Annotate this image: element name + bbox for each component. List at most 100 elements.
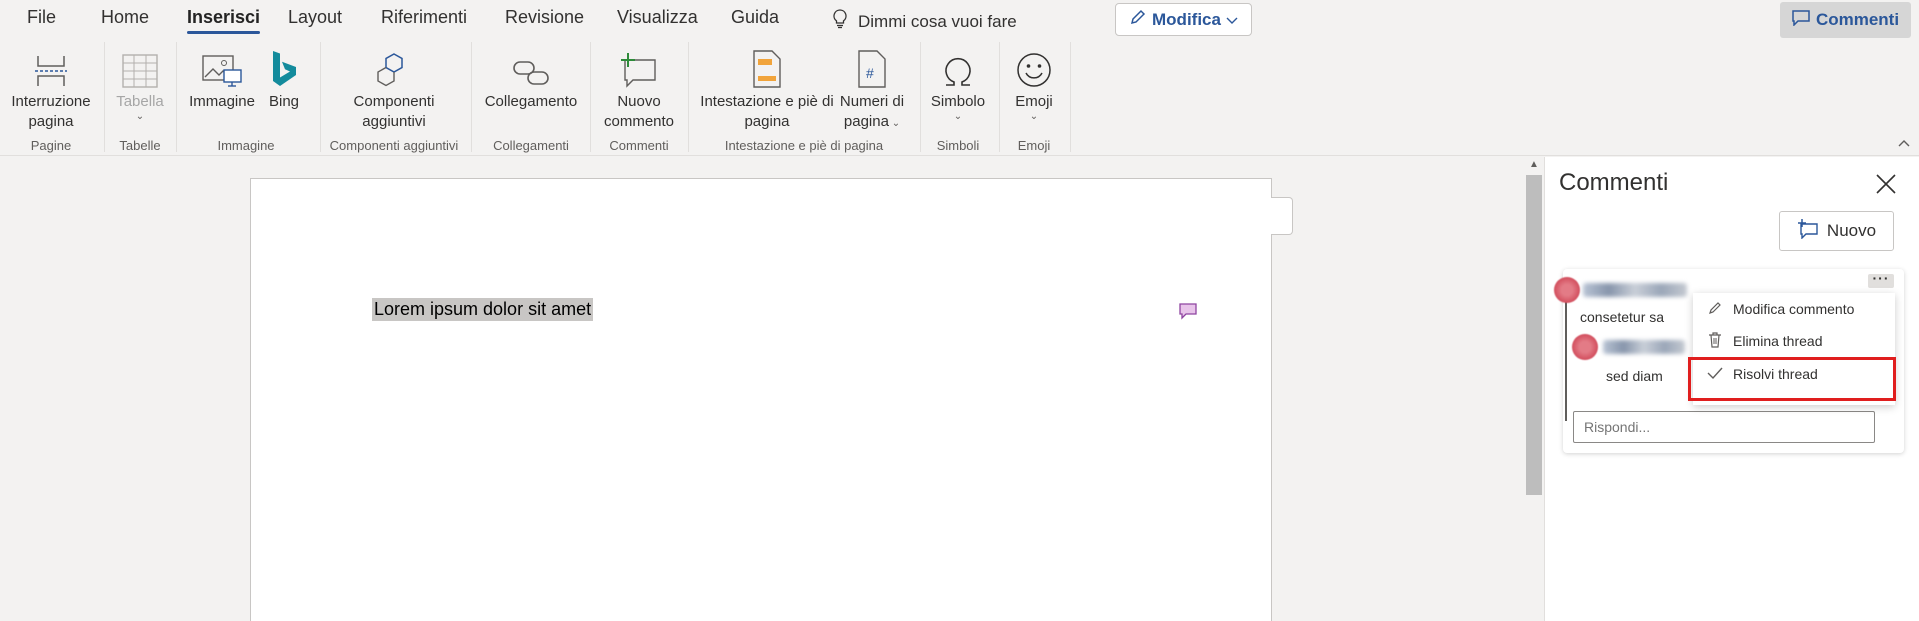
- link-label: Collegamento: [484, 93, 578, 110]
- menu-item-delete-thread[interactable]: Elimina thread: [1693, 325, 1895, 357]
- group-label-collegamenti: Collegamenti: [493, 138, 569, 153]
- pencil-icon: [1707, 301, 1723, 318]
- tell-me-search[interactable]: Dimmi cosa vuoi fare: [832, 9, 1017, 34]
- add-ins-button[interactable]: Componenti aggiuntivi: [328, 44, 460, 132]
- group-separator: [471, 42, 472, 152]
- new-comment-label-1: Nuovo: [617, 93, 661, 110]
- link-button[interactable]: Collegamento: [480, 44, 582, 112]
- table-label: Tabella: [116, 93, 164, 110]
- editing-mode-label: Modifica: [1152, 9, 1221, 29]
- more-options-icon[interactable]: ···: [1868, 271, 1894, 288]
- group-label-commenti: Commenti: [609, 138, 669, 153]
- group-label-tabelle: Tabelle: [119, 138, 161, 153]
- group-label-intestazione: Intestazione e piè di pagina: [724, 138, 884, 153]
- group-label-simboli: Simboli: [936, 138, 980, 153]
- group-separator: [104, 42, 105, 152]
- page-numbers-label-2: pagina ⌄: [843, 113, 901, 130]
- author-name-blurred: [1583, 283, 1687, 297]
- page-break-label-2: pagina: [28, 113, 74, 130]
- page-break-icon: [10, 44, 92, 88]
- page-numbers-label-1: Numeri di: [839, 93, 905, 110]
- add-ins-icon: [328, 44, 460, 88]
- close-icon[interactable]: [1875, 171, 1897, 202]
- header-footer-label-1: Intestazione e piè di: [700, 93, 834, 110]
- menu-item-edit-comment[interactable]: Modifica commento: [1693, 293, 1895, 325]
- table-button[interactable]: Tabella ⌄: [112, 44, 168, 122]
- tab-file[interactable]: File: [27, 7, 56, 34]
- chevron-down-icon: ⌄: [135, 111, 145, 122]
- comment-marker-icon[interactable]: [1178, 302, 1198, 324]
- comments-pane-title: Commenti: [1559, 169, 1669, 196]
- avatar: [1572, 334, 1598, 360]
- symbol-button[interactable]: Simbolo ⌄: [928, 44, 988, 122]
- tell-me-label: Dimmi cosa vuoi fare: [858, 11, 1017, 31]
- chevron-down-icon: ⌄: [888, 118, 901, 129]
- scrollbar-thumb[interactable]: [1526, 175, 1542, 495]
- menu-item-label: Elimina thread: [1733, 333, 1823, 349]
- tab-visualizza[interactable]: Visualizza: [617, 7, 698, 34]
- pencil-icon: [1129, 8, 1147, 31]
- vertical-scrollbar[interactable]: ▲: [1524, 157, 1544, 621]
- picture-button[interactable]: Immagine: [186, 44, 258, 112]
- group-separator: [320, 42, 321, 152]
- selected-text[interactable]: Lorem ipsum dolor sit amet: [372, 298, 594, 321]
- document-canvas[interactable]: Lorem ipsum dolor sit amet ▲: [0, 157, 1544, 621]
- group-separator: [920, 42, 921, 152]
- trash-icon: [1707, 331, 1723, 351]
- link-icon: [480, 44, 582, 88]
- add-ins-label-1: Componenti: [353, 93, 435, 110]
- highlight-box: [1688, 357, 1896, 401]
- emoji-button[interactable]: Emoji ⌄: [1006, 44, 1062, 122]
- new-comment-pane-label: Nuovo: [1826, 221, 1877, 240]
- smiley-icon: [1006, 44, 1062, 88]
- author-name-blurred: [1603, 340, 1685, 354]
- header-footer-button[interactable]: Intestazione e piè di pagina: [698, 44, 836, 132]
- page-break-button[interactable]: Interruzione pagina: [10, 44, 92, 132]
- comments-toggle-button[interactable]: Commenti: [1780, 2, 1911, 38]
- page-numbers-icon: #: [836, 44, 908, 88]
- group-separator: [590, 42, 591, 152]
- tab-layout[interactable]: Layout: [288, 7, 342, 34]
- group-label-componenti: Componenti aggiuntivi: [329, 138, 459, 153]
- omega-icon: [928, 44, 988, 88]
- comment-thread-card[interactable]: ··· consetetur sa sed diam Modifica comm…: [1554, 269, 1904, 453]
- new-comment-button[interactable]: Nuovo commento: [598, 44, 680, 132]
- new-comment-pane-button[interactable]: Nuovo: [1779, 211, 1894, 251]
- page-numbers-button[interactable]: # Numeri di pagina ⌄: [836, 44, 908, 132]
- thread-line: [1565, 301, 1567, 421]
- group-label-emoji: Emoji: [1017, 138, 1051, 153]
- page-side-tab: [1271, 197, 1293, 235]
- tab-home[interactable]: Home: [101, 7, 149, 34]
- tab-riferimenti[interactable]: Riferimenti: [381, 7, 467, 34]
- header-footer-label-2: pagina: [744, 113, 790, 130]
- chevron-down-icon: [1226, 10, 1238, 30]
- group-separator: [1070, 42, 1071, 152]
- comments-toggle-label: Commenti: [1815, 10, 1900, 29]
- group-separator: [688, 42, 689, 152]
- ribbon-tabs: File Home Inserisci Layout Riferimenti R…: [0, 0, 1919, 38]
- new-comment-icon: [1797, 218, 1819, 244]
- avatar: [1554, 277, 1580, 303]
- page-break-label-1: Interruzione: [11, 93, 91, 110]
- new-comment-icon: [598, 44, 680, 88]
- bing-button[interactable]: Bing: [262, 44, 306, 112]
- comment-text: consetetur sa: [1580, 309, 1665, 325]
- table-icon: [112, 44, 168, 88]
- new-comment-label-2: commento: [603, 113, 675, 130]
- reply-input[interactable]: [1573, 411, 1875, 443]
- tab-guida[interactable]: Guida: [731, 7, 779, 34]
- editing-mode-button[interactable]: Modifica: [1115, 3, 1252, 36]
- group-separator: [999, 42, 1000, 152]
- comments-pane: Commenti Nuovo ··· consetetur sa sed dia…: [1544, 157, 1919, 621]
- menu-item-label: Modifica commento: [1733, 301, 1855, 317]
- reply-text: sed diam: [1606, 368, 1663, 384]
- document-page[interactable]: Lorem ipsum dolor sit amet: [250, 178, 1272, 621]
- lightbulb-icon: [832, 9, 848, 34]
- collapse-ribbon-icon[interactable]: [1898, 134, 1910, 150]
- scroll-up-icon[interactable]: ▲: [1529, 159, 1539, 170]
- chevron-down-icon: ⌄: [953, 111, 963, 122]
- tab-inserisci[interactable]: Inserisci: [187, 7, 261, 34]
- bing-label: Bing: [268, 93, 300, 110]
- tab-revisione[interactable]: Revisione: [505, 7, 584, 34]
- add-ins-label-2: aggiuntivi: [362, 113, 426, 130]
